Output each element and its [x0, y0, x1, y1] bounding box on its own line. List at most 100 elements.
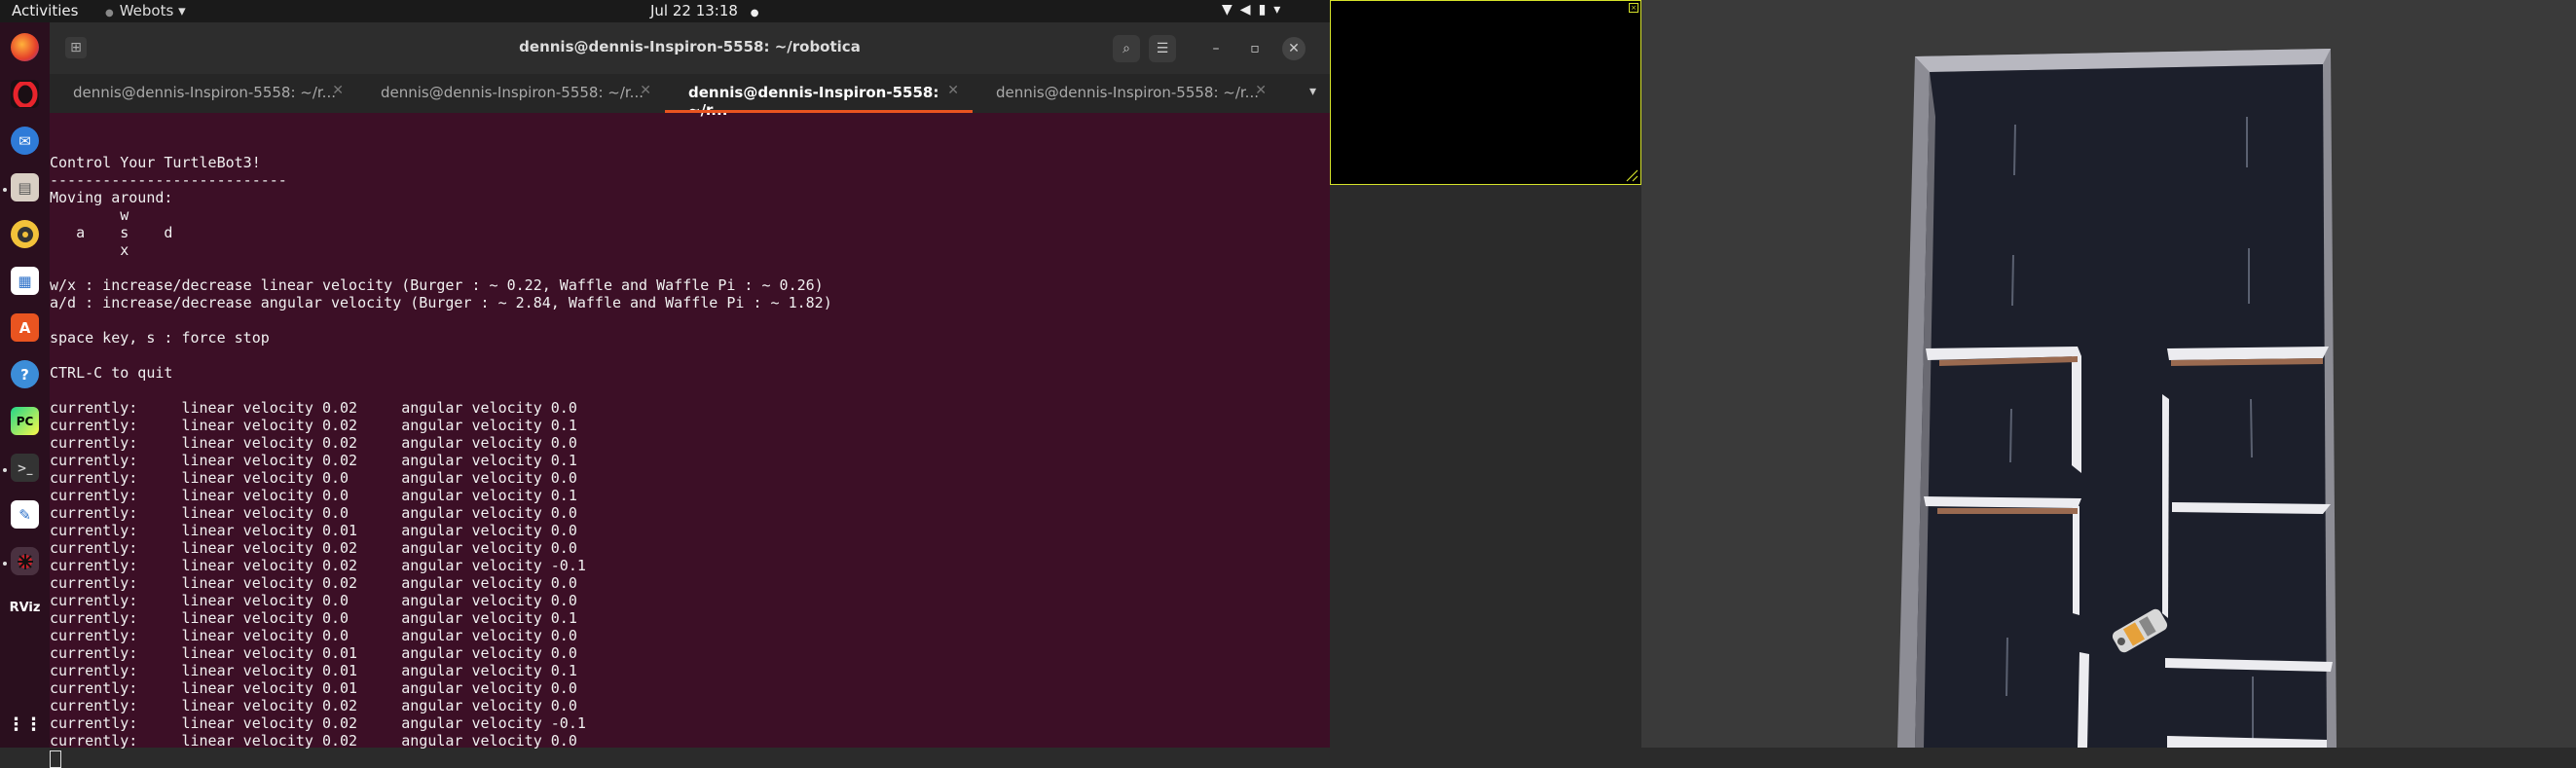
activities-button[interactable]: Activities: [12, 2, 78, 19]
rviz-icon[interactable]: RViz: [10, 594, 41, 622]
help-icon[interactable]: ?: [11, 360, 39, 388]
pycharm-icon[interactable]: PC: [11, 407, 39, 435]
velocity-status-line: currently: linear velocity 0.02 angular …: [50, 574, 1315, 592]
terminal-icon[interactable]: >_: [11, 454, 39, 482]
angular-label: angular velocity: [401, 504, 551, 522]
close-icon[interactable]: ✕: [1282, 37, 1306, 60]
tab-close-icon[interactable]: ✕: [332, 83, 344, 98]
writer-icon[interactable]: ▦: [11, 267, 39, 295]
terminal-line: Moving around:: [50, 189, 173, 206]
webots-3d-view[interactable]: [1641, 0, 2576, 748]
velocity-status-line: currently: linear velocity 0.0 angular v…: [50, 627, 1315, 644]
tab-close-icon[interactable]: ✕: [640, 83, 651, 98]
cursor-icon: [50, 750, 61, 768]
clock[interactable]: Jul 22 13:18 ●: [650, 2, 758, 19]
angular-label: angular velocity: [401, 539, 551, 557]
tab-close-icon[interactable]: ✕: [947, 83, 959, 98]
terminal-titlebar[interactable]: ⊞ dennis@dennis-Inspiron-5558: ~/robotic…: [50, 22, 1330, 74]
angular-label: angular velocity: [401, 452, 551, 469]
terminal-tab[interactable]: dennis@dennis-Inspiron-5558: ~/r... ✕: [973, 74, 1280, 113]
thunderbird-icon[interactable]: ✉: [11, 127, 39, 155]
terminal-line: w/x : increase/decrease linear velocity …: [50, 276, 824, 294]
angular-value: 0.0: [550, 522, 577, 539]
linear-label: linear velocity: [181, 452, 322, 469]
webots-icon[interactable]: [11, 547, 39, 575]
linear-value: 0.0: [321, 627, 402, 644]
linear-value: 0.0: [321, 592, 402, 609]
linear-label: linear velocity: [181, 557, 322, 574]
linear-value: 0.0: [321, 609, 402, 627]
app-menu-label: Webots: [119, 2, 174, 19]
row-prefix: currently:: [50, 644, 182, 662]
angular-label: angular velocity: [401, 399, 551, 417]
hamburger-menu-icon[interactable]: ☰: [1149, 35, 1176, 62]
dock-running-dot: [3, 188, 7, 192]
linear-value: 0.02: [321, 714, 402, 732]
camera-close-icon[interactable]: ×: [1629, 3, 1638, 13]
terminal-tab[interactable]: dennis@dennis-Inspiron-5558: ~/r... ✕: [50, 74, 357, 113]
volume-icon: ◀: [1239, 2, 1259, 18]
linear-value: 0.02: [321, 697, 402, 714]
terminal-prompt-line[interactable]: [50, 750, 1315, 768]
camera-resize-icon[interactable]: [1625, 168, 1638, 182]
search-icon[interactable]: ⌕: [1113, 35, 1140, 62]
system-tray[interactable]: ▼◀▮▾: [1222, 2, 1288, 18]
angular-value: 0.1: [550, 662, 577, 679]
show-applications-icon[interactable]: ⋮⋮: [8, 711, 43, 739]
terminal-tab-active[interactable]: dennis@dennis-Inspiron-5558: ~/r... ✕: [665, 74, 973, 119]
files-icon[interactable]: ▤: [11, 173, 39, 201]
linear-value: 0.01: [321, 662, 402, 679]
angular-label: angular velocity: [401, 644, 551, 662]
terminal-line: a/d : increase/decrease angular velocity…: [50, 294, 832, 311]
angular-label: angular velocity: [401, 469, 551, 487]
angular-value: 0.0: [550, 504, 577, 522]
angular-value: 0.1: [550, 452, 577, 469]
floor-marker: [2009, 408, 2012, 463]
row-prefix: currently:: [50, 609, 182, 627]
linear-label: linear velocity: [181, 574, 322, 592]
opera-icon[interactable]: [11, 80, 39, 108]
terminal-line: w: [50, 206, 129, 224]
linear-label: linear velocity: [181, 662, 322, 679]
velocity-status-line: currently: linear velocity 0.01 angular …: [50, 662, 1315, 679]
angular-label: angular velocity: [401, 417, 551, 434]
velocity-status-line: currently: linear velocity 0.0 angular v…: [50, 609, 1315, 627]
linear-value: 0.02: [321, 557, 402, 574]
maximize-icon[interactable]: ▫: [1243, 37, 1267, 60]
linear-label: linear velocity: [181, 539, 322, 557]
linear-label: linear velocity: [181, 679, 322, 697]
angular-label: angular velocity: [401, 592, 551, 609]
robot-camera-view[interactable]: ×: [1330, 0, 1641, 185]
firefox-icon[interactable]: [11, 33, 39, 61]
angular-value: 0.0: [550, 627, 577, 644]
linear-value: 0.0: [321, 469, 402, 487]
minimize-icon[interactable]: –: [1204, 37, 1228, 60]
angular-label: angular velocity: [401, 487, 551, 504]
tab-close-icon[interactable]: ✕: [1255, 83, 1267, 98]
terminal-tab[interactable]: dennis@dennis-Inspiron-5558: ~/r... ✕: [357, 74, 665, 113]
angular-value: 0.0: [550, 434, 577, 452]
terminal-window[interactable]: ⊞ dennis@dennis-Inspiron-5558: ~/robotic…: [50, 22, 1330, 768]
linear-label: linear velocity: [181, 469, 322, 487]
angular-value: 0.0: [550, 697, 577, 714]
terminal-line: ---------------------------: [50, 171, 287, 189]
terminal-line: x: [50, 241, 129, 259]
velocity-status-line: currently: linear velocity 0.02 angular …: [50, 539, 1315, 557]
tab-label: dennis@dennis-Inspiron-5558: ~/r...: [73, 84, 336, 101]
software-center-icon[interactable]: A: [11, 313, 39, 342]
angular-label: angular velocity: [401, 609, 551, 627]
row-prefix: currently:: [50, 417, 182, 434]
tab-overflow-chevron-down-icon[interactable]: ▾: [1309, 84, 1316, 99]
velocity-status-line: currently: linear velocity 0.02 angular …: [50, 732, 1315, 750]
app-menu[interactable]: ● Webots ▾: [105, 2, 186, 19]
clock-label: Jul 22 13:18: [650, 2, 738, 19]
velocity-status-line: currently: linear velocity 0.02 angular …: [50, 417, 1315, 434]
tab-label: dennis@dennis-Inspiron-5558: ~/r...: [381, 84, 644, 101]
terminal-output[interactable]: Control Your TurtleBot3! ----------------…: [50, 136, 1315, 768]
row-prefix: currently:: [50, 539, 182, 557]
text-editor-icon[interactable]: ✎: [11, 500, 39, 529]
linear-label: linear velocity: [181, 644, 322, 662]
rhythmbox-icon[interactable]: [11, 220, 39, 248]
